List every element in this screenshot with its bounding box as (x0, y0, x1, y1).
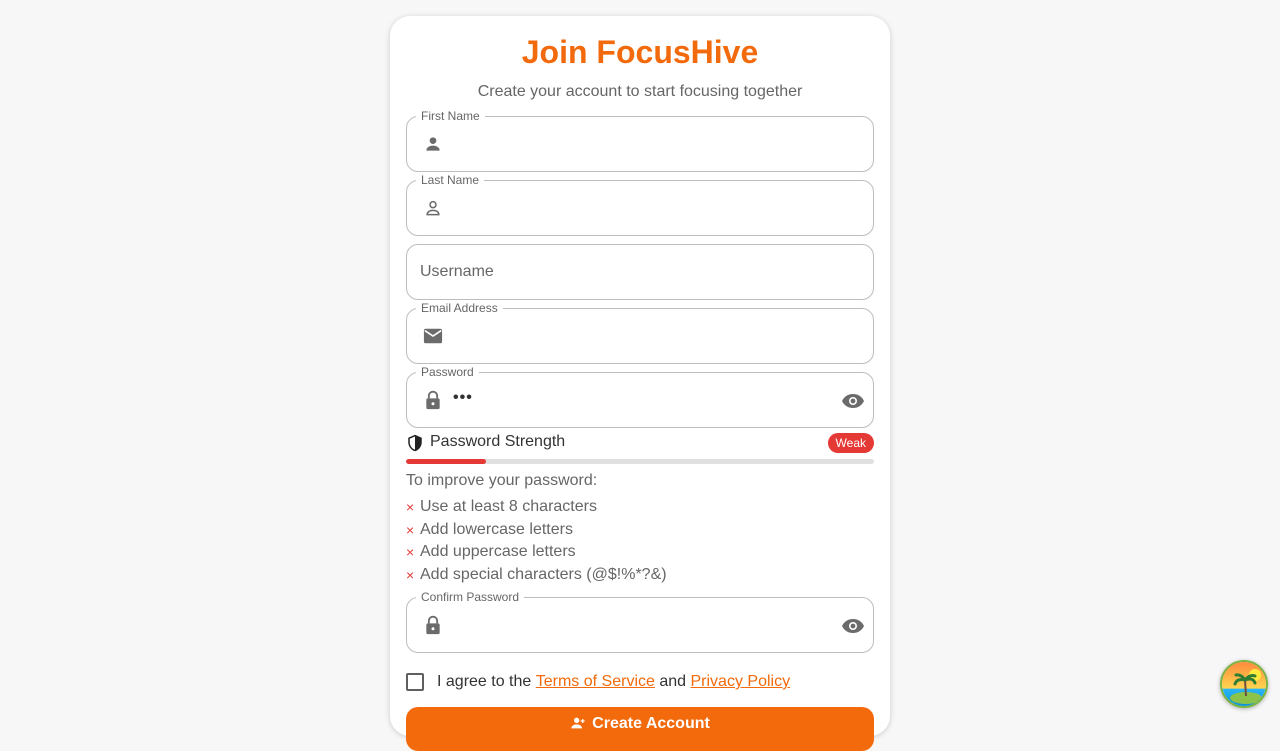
first-name-input[interactable] (453, 131, 833, 159)
tip-x-icon: × (406, 544, 415, 561)
improve-heading: To improve your password: (406, 472, 598, 489)
person-add-icon (570, 715, 586, 736)
password-field[interactable]: Password ••• (406, 364, 874, 428)
create-account-label: Create Account (592, 715, 710, 732)
confirm-password-field[interactable]: Confirm Password (406, 589, 874, 653)
agree-conjunction: and (659, 673, 687, 690)
password-label: Password (416, 364, 479, 380)
lock-icon (422, 614, 444, 636)
strength-meter (406, 459, 874, 464)
mail-icon (422, 325, 444, 347)
password-tips: × Use at least 8 characters × Add lowercas… (406, 496, 667, 586)
tip-item: × Add lowercase letters (406, 520, 573, 538)
terms-checkbox[interactable] (406, 673, 424, 691)
page-title: Join FocusHive (521, 34, 759, 70)
password-value[interactable]: ••• (453, 389, 473, 407)
signup-card: Join FocusHive Create your account to st… (390, 16, 890, 751)
last-name-field[interactable]: Last Name (406, 172, 874, 236)
eye-icon[interactable] (841, 389, 865, 413)
terms-agreement: I agree to the Terms of Service and Priv… (406, 672, 790, 692)
island-icon (1222, 662, 1266, 706)
tip-item: × Add special characters (@$!%*?&) (406, 566, 667, 584)
last-name-input[interactable] (453, 195, 833, 223)
last-name-label: Last Name (416, 172, 485, 188)
eye-icon[interactable] (841, 614, 865, 638)
first-name-label: First Name (416, 108, 485, 124)
password-strength-title: Password Strength (430, 433, 566, 450)
tip-item: × Add uppercase letters (406, 543, 576, 561)
email-label: Email Address (416, 300, 503, 316)
first-name-field[interactable]: First Name (406, 108, 874, 172)
agree-prefix: I agree to the (437, 673, 532, 690)
tip-item: × Use at least 8 characters (406, 498, 597, 516)
shield-icon (406, 434, 424, 457)
username-field[interactable]: Username (406, 244, 874, 300)
email-input[interactable] (453, 323, 833, 351)
privacy-policy-link[interactable]: Privacy Policy (691, 673, 791, 691)
terms-of-service-link[interactable]: Terms of Service (536, 673, 655, 691)
floating-app-button[interactable] (1220, 660, 1268, 708)
username-placeholder: Username (420, 263, 494, 280)
person-outline-icon (422, 197, 444, 219)
strength-badge: Weak (827, 433, 874, 453)
create-account-button[interactable]: Create Account (406, 707, 874, 751)
strength-meter-fill (406, 459, 486, 464)
tip-x-icon: × (406, 499, 415, 516)
person-icon (422, 133, 444, 155)
email-field[interactable]: Email Address (406, 300, 874, 364)
password-strength-header: Password Strength Weak (406, 433, 874, 453)
tip-x-icon: × (406, 521, 415, 538)
lock-icon (422, 389, 444, 411)
page-subtitle: Create your account to start focusing to… (477, 83, 803, 100)
confirm-password-label: Confirm Password (416, 589, 525, 605)
confirm-password-input[interactable] (453, 612, 833, 640)
tip-x-icon: × (406, 567, 415, 584)
